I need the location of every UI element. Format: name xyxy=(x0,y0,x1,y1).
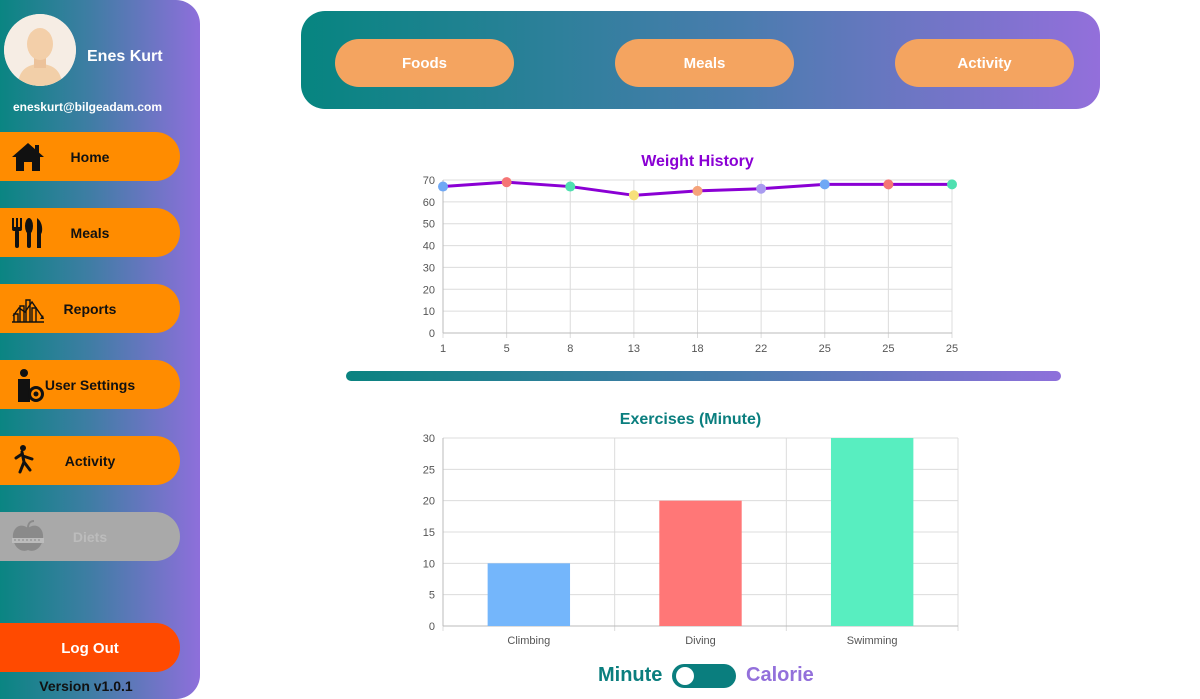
weight-data-point xyxy=(565,181,576,192)
weight-data-point xyxy=(692,185,703,196)
weight-data-point xyxy=(883,179,894,190)
y-tick-label: 30 xyxy=(423,262,435,274)
sidebar-item-label: Diets xyxy=(72,529,108,545)
tab-activity[interactable]: Activity xyxy=(895,39,1074,87)
y-tick-label: 10 xyxy=(423,306,435,318)
weight-data-point xyxy=(819,179,830,190)
y-tick-label: 20 xyxy=(423,496,435,508)
y-tick-label: 50 xyxy=(423,219,435,231)
sidebar-item-user-settings[interactable]: User Settings xyxy=(0,360,180,409)
y-tick-label: 10 xyxy=(423,558,435,570)
tab-foods[interactable]: Foods xyxy=(335,39,514,87)
sidebar-item-label: Activity xyxy=(64,453,116,469)
x-tick-label: 8 xyxy=(567,343,573,355)
app-root: Enes Kurt eneskurt@bilgeadam.com Home Me… xyxy=(0,0,1200,699)
toggle-knob xyxy=(676,667,694,685)
weight-data-point xyxy=(756,183,767,194)
x-tick-label: 25 xyxy=(819,343,831,355)
avatar xyxy=(4,14,76,86)
user-name: Enes Kurt xyxy=(87,48,163,65)
x-tick-label: 25 xyxy=(946,343,958,355)
logout-label: Log Out xyxy=(61,640,119,657)
x-tick-label: 25 xyxy=(882,343,894,355)
version-label: Version v1.0.1 xyxy=(39,678,133,694)
user-avatar-icon xyxy=(4,14,76,86)
y-tick-label: 15 xyxy=(423,527,435,539)
sidebar-item-reports[interactable]: Reports xyxy=(0,284,180,333)
exercise-bar xyxy=(659,500,742,626)
x-tick-label: 22 xyxy=(755,343,767,355)
sidebar-item-meals[interactable]: Meals xyxy=(0,208,180,257)
x-tick-label: 18 xyxy=(691,343,703,355)
y-tick-label: 20 xyxy=(423,284,435,296)
weight-data-point xyxy=(628,190,639,201)
sidebar-item-label: Meals xyxy=(70,225,110,241)
chart-title: Exercises (Minute) xyxy=(620,411,761,428)
x-tick-label: 5 xyxy=(504,343,510,355)
user-email: eneskurt@bilgeadam.com xyxy=(12,100,163,114)
weight-history-chart: Weight History 0 10 20 30 40 50 60 70 1 5 8 13 18 22 25… xyxy=(423,153,958,355)
sidebar-item-diets: Diets xyxy=(0,512,180,561)
exercise-bar xyxy=(830,438,914,626)
sidebar-item-label: Reports xyxy=(63,301,117,317)
sidebar-item-label: Home xyxy=(70,149,110,165)
y-tick-label: 0 xyxy=(429,621,435,633)
sidebar-item-activity[interactable]: Activity xyxy=(0,436,180,485)
unit-toggle-switch[interactable] xyxy=(672,664,736,688)
chart-title: Weight History xyxy=(641,153,754,170)
sidebar-item-home[interactable]: Home xyxy=(0,132,180,181)
y-tick-label: 70 xyxy=(423,175,435,187)
x-tick-label: Diving xyxy=(685,635,716,647)
tab-meals[interactable]: Meals xyxy=(615,39,794,87)
weight-data-point xyxy=(438,181,448,192)
y-tick-label: 60 xyxy=(423,197,435,209)
x-tick-label: Swimming xyxy=(847,635,898,647)
y-tick-label: 30 xyxy=(423,433,435,445)
y-tick-label: 25 xyxy=(423,464,435,476)
y-tick-label: 5 xyxy=(429,590,435,602)
weight-data-point xyxy=(947,179,957,190)
exercises-chart: Exercises (Minute) 0 5 10 15 20 25 30 Climbing Di… xyxy=(423,411,959,647)
x-tick-label: Climbing xyxy=(507,635,550,647)
x-tick-label: 1 xyxy=(440,343,446,355)
logout-button[interactable]: Log Out xyxy=(0,623,180,672)
toggle-label-minute: Minute xyxy=(598,664,663,686)
y-tick-label: 0 xyxy=(429,328,435,340)
y-tick-label: 40 xyxy=(423,241,435,253)
weight-data-point xyxy=(501,177,512,188)
exercise-bar xyxy=(487,563,571,626)
x-tick-label: 13 xyxy=(628,343,640,355)
toggle-label-calorie: Calorie xyxy=(746,664,814,686)
top-tab-bar: Foods Meals Activity xyxy=(301,11,1100,109)
sidebar: Enes Kurt eneskurt@bilgeadam.com Home Me… xyxy=(0,0,200,699)
sidebar-item-label: User Settings xyxy=(44,377,136,393)
section-divider xyxy=(346,371,1061,381)
